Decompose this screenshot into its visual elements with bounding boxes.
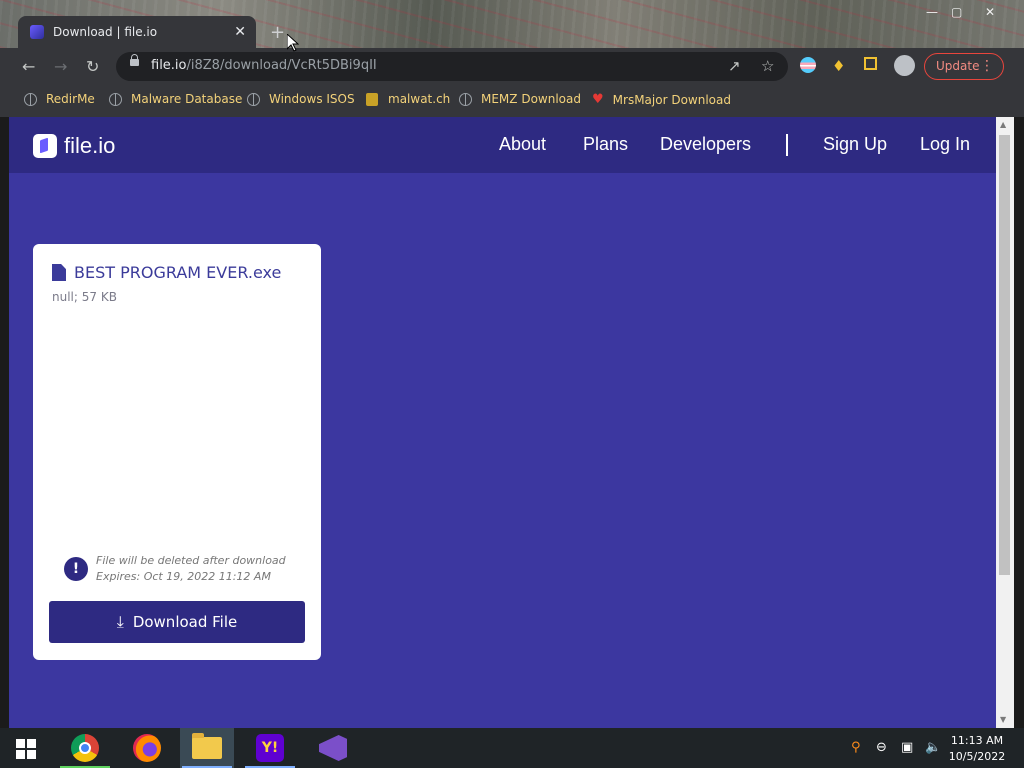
clock-date: 10/5/2022	[948, 750, 1006, 763]
search-magnifier-icon[interactable]: ⚲	[851, 740, 861, 755]
address-bar[interactable]: file.io/i8Z8/download/VcRt5DBi9qII ↗ ☆	[116, 52, 788, 81]
reload-icon[interactable]: ↻	[86, 57, 99, 76]
minus-circle-icon[interactable]: ⊖	[876, 740, 887, 755]
taskbar-file-explorer[interactable]	[180, 728, 234, 768]
more-menu-icon[interactable]: ⋮	[980, 54, 994, 79]
bookmark-star-icon[interactable]: ☆	[761, 57, 774, 75]
nav-divider	[786, 134, 788, 156]
browser-toolbar: ← → ↻ file.io/i8Z8/download/VcRt5DBi9qII…	[0, 48, 1024, 86]
fileio-logo-icon	[33, 134, 57, 158]
profile-extension-icon[interactable]	[800, 57, 816, 73]
firefox-icon	[133, 734, 161, 762]
update-label: Update	[936, 59, 980, 73]
bookmark-windows-isos[interactable]: Windows ISOS	[247, 92, 355, 106]
maximize-button[interactable]: ▢	[951, 5, 962, 19]
bookmark-malware-database[interactable]: Malware Database	[109, 92, 242, 106]
forward-arrow-icon[interactable]: →	[54, 57, 67, 76]
delete-notice: File will be deleted after download	[96, 554, 286, 567]
bookmark-label: Malware Database	[131, 92, 243, 106]
site-header: file.io About Plans Developers Sign Up L…	[9, 117, 996, 173]
lock-icon	[130, 54, 139, 66]
bookmark-malwat[interactable]: malwat.ch	[366, 92, 450, 106]
back-arrow-icon[interactable]: ←	[22, 57, 35, 76]
bookmarks-bar: RedirMe Malware Database Windows ISOS ma…	[0, 86, 1024, 117]
file-icon	[52, 264, 66, 281]
minimize-button[interactable]: —	[926, 5, 938, 19]
logo-text: file.io	[64, 133, 116, 158]
system-clock[interactable]: 11:13 AM 10/5/2022	[946, 733, 1008, 765]
globe-icon	[459, 92, 472, 106]
nav-developers-link[interactable]: Developers	[660, 134, 751, 155]
nav-signup-link[interactable]: Sign Up	[823, 134, 887, 155]
taskbar-firefox[interactable]	[120, 728, 174, 768]
update-button[interactable]: Update ⋮	[924, 53, 1004, 80]
windows-start-icon[interactable]	[16, 739, 36, 759]
info-alert-icon: !	[64, 557, 88, 581]
page-viewport: file.io About Plans Developers Sign Up L…	[9, 117, 996, 728]
share-icon[interactable]: ↗	[728, 57, 741, 75]
download-icon: ⤓	[116, 612, 124, 631]
visual-studio-icon	[319, 735, 347, 761]
windows-taskbar: Y! ⚲ ⊖ ▣ 🔈 11:13 AM 10/5/2022	[0, 728, 1024, 768]
file-meta: null; 57 KB	[52, 290, 117, 304]
scroll-up-arrow-icon[interactable]: ▲	[1000, 120, 1006, 129]
scrollbar-thumb[interactable]	[999, 135, 1010, 575]
expires-notice: Expires: Oct 19, 2022 11:12 AM	[96, 570, 271, 583]
window-right-edge	[1014, 117, 1024, 728]
file-name: BEST PROGRAM EVER.exe	[74, 263, 282, 282]
malwat-icon	[366, 92, 378, 106]
globe-icon	[24, 92, 37, 106]
scroll-down-arrow-icon[interactable]: ▼	[1000, 715, 1006, 724]
browser-titlebar: Download | file.io ✕ + — ▢ ✕	[0, 0, 1024, 48]
tab-title: Download | file.io	[53, 25, 158, 39]
tab-close-icon[interactable]: ✕	[234, 24, 246, 40]
bookmark-memz-download[interactable]: MEMZ Download	[459, 92, 581, 106]
close-window-button[interactable]: ✕	[985, 5, 995, 19]
globe-icon	[109, 92, 122, 106]
expiry-note: File will be deleted after download Expi…	[96, 553, 286, 585]
nav-plans-link[interactable]: Plans	[583, 134, 628, 155]
clock-time: 11:13 AM	[950, 734, 1004, 747]
volume-icon[interactable]: 🔈	[925, 740, 941, 755]
window-left-edge	[0, 117, 9, 728]
heart-icon: ♥	[592, 92, 604, 107]
bookmark-label: MrsMajor Download	[612, 92, 731, 107]
vertical-scrollbar[interactable]: ▲ ▼	[996, 117, 1014, 728]
url-text[interactable]: file.io/i8Z8/download/VcRt5DBi9qII	[151, 58, 377, 73]
account-avatar-icon[interactable]	[894, 55, 915, 76]
fileio-favicon-icon	[30, 25, 44, 39]
bookmark-label: RedirMe	[46, 92, 95, 106]
extensions-puzzle-icon[interactable]: ♦	[832, 57, 845, 75]
globe-icon	[247, 92, 260, 106]
bookmark-redirme[interactable]: RedirMe	[24, 92, 95, 106]
chrome-icon	[71, 734, 99, 762]
nav-about-link[interactable]: About	[499, 134, 546, 155]
taskbar-visual-studio[interactable]	[306, 728, 360, 768]
mouse-cursor-icon	[287, 34, 299, 52]
file-explorer-icon	[192, 733, 222, 759]
file-card: BEST PROGRAM EVER.exe null; 57 KB ! File…	[33, 244, 321, 660]
network-icon[interactable]: ▣	[901, 740, 913, 755]
bookmark-mrsmajor-download[interactable]: ♥ MrsMajor Download	[592, 92, 731, 107]
new-tab-button[interactable]: +	[270, 22, 285, 43]
taskbar-chrome[interactable]	[58, 728, 112, 768]
bookmark-label: Windows ISOS	[269, 92, 355, 106]
nav-login-link[interactable]: Log In	[920, 134, 970, 155]
side-panel-icon[interactable]	[864, 57, 877, 70]
download-label: Download File	[132, 613, 238, 631]
bookmark-label: malwat.ch	[388, 92, 451, 106]
taskbar-yahoo-messenger[interactable]: Y!	[243, 728, 297, 768]
bookmark-label: MEMZ Download	[481, 92, 581, 106]
yahoo-messenger-icon: Y!	[256, 734, 284, 762]
site-logo[interactable]: file.io	[33, 133, 115, 159]
tab-active[interactable]: Download | file.io ✕	[18, 16, 256, 48]
download-file-button[interactable]: ⤓ Download File	[49, 601, 305, 643]
